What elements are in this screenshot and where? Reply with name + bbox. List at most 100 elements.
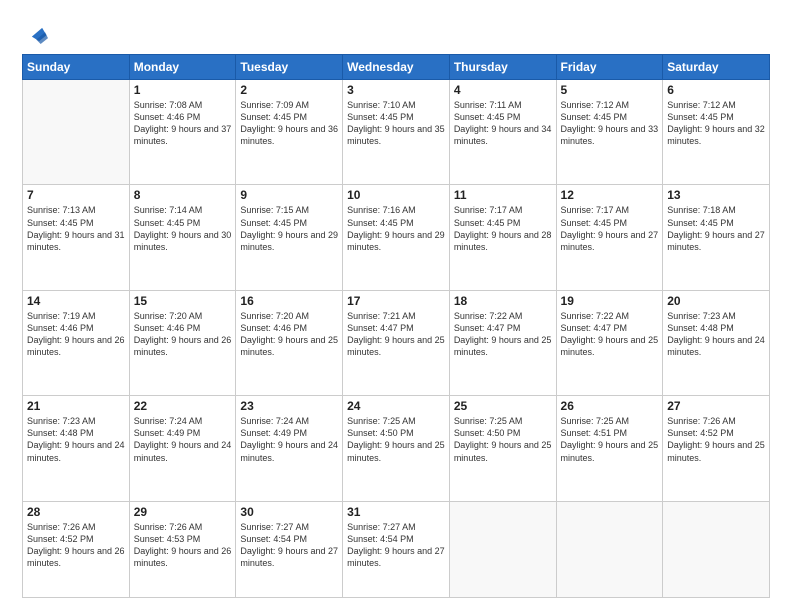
day-number: 21 <box>27 399 125 413</box>
week-row-1: 7 Sunrise: 7:13 AMSunset: 4:45 PMDaylight… <box>23 185 770 290</box>
calendar-table: SundayMondayTuesdayWednesdayThursdayFrid… <box>22 54 770 598</box>
day-info: Sunrise: 7:08 AMSunset: 4:46 PMDaylight:… <box>134 99 232 148</box>
day-number: 16 <box>240 294 338 308</box>
calendar-cell: 6 Sunrise: 7:12 AMSunset: 4:45 PMDaylight… <box>663 80 770 185</box>
day-number: 19 <box>561 294 659 308</box>
day-number: 23 <box>240 399 338 413</box>
calendar-cell: 10 Sunrise: 7:16 AMSunset: 4:45 PMDayligh… <box>343 185 450 290</box>
day-number: 18 <box>454 294 552 308</box>
day-info: Sunrise: 7:27 AMSunset: 4:54 PMDaylight:… <box>347 521 445 570</box>
calendar-cell <box>556 501 663 597</box>
day-number: 1 <box>134 83 232 97</box>
calendar-cell <box>23 80 130 185</box>
day-number: 7 <box>27 188 125 202</box>
calendar-cell: 25Sunrise: 7:25 AMSunset: 4:50 PMDayligh… <box>449 396 556 501</box>
day-number: 6 <box>667 83 765 97</box>
weekday-header-friday: Friday <box>556 55 663 80</box>
day-info: Sunrise: 7:26 AMSunset: 4:52 PMDaylight:… <box>27 521 125 570</box>
weekday-header-monday: Monday <box>129 55 236 80</box>
calendar-cell: 27Sunrise: 7:26 AMSunset: 4:52 PMDayligh… <box>663 396 770 501</box>
calendar-cell: 28 Sunrise: 7:26 AMSunset: 4:52 PMDayligh… <box>23 501 130 597</box>
weekday-header-thursday: Thursday <box>449 55 556 80</box>
day-info: Sunrise: 7:11 AMSunset: 4:45 PMDaylight:… <box>454 99 552 148</box>
calendar-cell: 13 Sunrise: 7:18 AMSunset: 4:45 PMDayligh… <box>663 185 770 290</box>
day-info: Sunrise: 7:22 AMSunset: 4:47 PMDaylight:… <box>454 310 552 359</box>
calendar-cell <box>449 501 556 597</box>
day-number: 3 <box>347 83 445 97</box>
calendar-cell: 24 Sunrise: 7:25 AMSunset: 4:50 PMDayligh… <box>343 396 450 501</box>
day-number: 30 <box>240 505 338 519</box>
day-info: Sunrise: 7:12 AMSunset: 4:45 PMDaylight:… <box>667 99 765 148</box>
day-number: 10 <box>347 188 445 202</box>
calendar-cell: 12 Sunrise: 7:17 AMSunset: 4:45 PMDayligh… <box>556 185 663 290</box>
day-info: Sunrise: 7:25 AMSunset: 4:50 PMDaylight:… <box>347 415 445 464</box>
week-row-4: 28 Sunrise: 7:26 AMSunset: 4:52 PMDayligh… <box>23 501 770 597</box>
calendar-cell: 2 Sunrise: 7:09 AMSunset: 4:45 PMDaylight… <box>236 80 343 185</box>
day-info: Sunrise: 7:12 AMSunset: 4:45 PMDaylight:… <box>561 99 659 148</box>
day-number: 8 <box>134 188 232 202</box>
calendar-cell: 21 Sunrise: 7:23 AMSunset: 4:48 PMDayligh… <box>23 396 130 501</box>
day-info: Sunrise: 7:13 AMSunset: 4:45 PMDaylight:… <box>27 204 125 253</box>
day-info: Sunrise: 7:14 AMSunset: 4:45 PMDaylight:… <box>134 204 232 253</box>
calendar-cell <box>663 501 770 597</box>
day-info: Sunrise: 7:25 AMSunset: 4:50 PMDaylight:… <box>454 415 552 464</box>
week-row-3: 21 Sunrise: 7:23 AMSunset: 4:48 PMDayligh… <box>23 396 770 501</box>
calendar-cell: 31 Sunrise: 7:27 AMSunset: 4:54 PMDayligh… <box>343 501 450 597</box>
day-number: 14 <box>27 294 125 308</box>
calendar-cell: 3 Sunrise: 7:10 AMSunset: 4:45 PMDaylight… <box>343 80 450 185</box>
day-number: 31 <box>347 505 445 519</box>
day-info: Sunrise: 7:23 AMSunset: 4:48 PMDaylight:… <box>667 310 765 359</box>
calendar-cell: 20 Sunrise: 7:23 AMSunset: 4:48 PMDayligh… <box>663 290 770 395</box>
day-info: Sunrise: 7:09 AMSunset: 4:45 PMDaylight:… <box>240 99 338 148</box>
day-number: 13 <box>667 188 765 202</box>
calendar-cell: 7 Sunrise: 7:13 AMSunset: 4:45 PMDaylight… <box>23 185 130 290</box>
day-number: 5 <box>561 83 659 97</box>
day-info: Sunrise: 7:26 AMSunset: 4:52 PMDaylight:… <box>667 415 765 464</box>
day-info: Sunrise: 7:27 AMSunset: 4:54 PMDaylight:… <box>240 521 338 570</box>
day-info: Sunrise: 7:26 AMSunset: 4:53 PMDaylight:… <box>134 521 232 570</box>
day-info: Sunrise: 7:10 AMSunset: 4:45 PMDaylight:… <box>347 99 445 148</box>
day-info: Sunrise: 7:19 AMSunset: 4:46 PMDaylight:… <box>27 310 125 359</box>
page: SundayMondayTuesdayWednesdayThursdayFrid… <box>0 0 792 612</box>
day-number: 24 <box>347 399 445 413</box>
week-row-2: 14 Sunrise: 7:19 AMSunset: 4:46 PMDayligh… <box>23 290 770 395</box>
day-info: Sunrise: 7:24 AMSunset: 4:49 PMDaylight:… <box>134 415 232 464</box>
day-number: 29 <box>134 505 232 519</box>
day-number: 28 <box>27 505 125 519</box>
day-number: 9 <box>240 188 338 202</box>
logo <box>22 22 48 44</box>
day-info: Sunrise: 7:18 AMSunset: 4:45 PMDaylight:… <box>667 204 765 253</box>
calendar-cell: 5 Sunrise: 7:12 AMSunset: 4:45 PMDaylight… <box>556 80 663 185</box>
day-number: 22 <box>134 399 232 413</box>
calendar-cell: 23 Sunrise: 7:24 AMSunset: 4:49 PMDayligh… <box>236 396 343 501</box>
calendar-cell: 30 Sunrise: 7:27 AMSunset: 4:54 PMDayligh… <box>236 501 343 597</box>
calendar-cell: 9 Sunrise: 7:15 AMSunset: 4:45 PMDaylight… <box>236 185 343 290</box>
calendar-cell: 8 Sunrise: 7:14 AMSunset: 4:45 PMDaylight… <box>129 185 236 290</box>
weekday-header-saturday: Saturday <box>663 55 770 80</box>
weekday-header-row: SundayMondayTuesdayWednesdayThursdayFrid… <box>23 55 770 80</box>
calendar-cell: 17Sunrise: 7:21 AMSunset: 4:47 PMDayligh… <box>343 290 450 395</box>
day-number: 11 <box>454 188 552 202</box>
weekday-header-sunday: Sunday <box>23 55 130 80</box>
day-number: 26 <box>561 399 659 413</box>
day-number: 2 <box>240 83 338 97</box>
day-info: Sunrise: 7:22 AMSunset: 4:47 PMDaylight:… <box>561 310 659 359</box>
calendar-cell: 11 Sunrise: 7:17 AMSunset: 4:45 PMDayligh… <box>449 185 556 290</box>
header <box>22 18 770 44</box>
day-info: Sunrise: 7:17 AMSunset: 4:45 PMDaylight:… <box>561 204 659 253</box>
calendar-cell: 19 Sunrise: 7:22 AMSunset: 4:47 PMDayligh… <box>556 290 663 395</box>
calendar-cell: 15Sunrise: 7:20 AMSunset: 4:46 PMDayligh… <box>129 290 236 395</box>
calendar-cell: 16Sunrise: 7:20 AMSunset: 4:46 PMDayligh… <box>236 290 343 395</box>
calendar-cell: 29 Sunrise: 7:26 AMSunset: 4:53 PMDayligh… <box>129 501 236 597</box>
calendar-cell: 18 Sunrise: 7:22 AMSunset: 4:47 PMDayligh… <box>449 290 556 395</box>
day-info: Sunrise: 7:24 AMSunset: 4:49 PMDaylight:… <box>240 415 338 464</box>
day-info: Sunrise: 7:15 AMSunset: 4:45 PMDaylight:… <box>240 204 338 253</box>
day-number: 20 <box>667 294 765 308</box>
calendar-cell: 14 Sunrise: 7:19 AMSunset: 4:46 PMDayligh… <box>23 290 130 395</box>
day-info: Sunrise: 7:16 AMSunset: 4:45 PMDaylight:… <box>347 204 445 253</box>
day-info: Sunrise: 7:21 AMSunset: 4:47 PMDaylight:… <box>347 310 445 359</box>
day-info: Sunrise: 7:17 AMSunset: 4:45 PMDaylight:… <box>454 204 552 253</box>
day-info: Sunrise: 7:23 AMSunset: 4:48 PMDaylight:… <box>27 415 125 464</box>
day-number: 4 <box>454 83 552 97</box>
day-number: 12 <box>561 188 659 202</box>
